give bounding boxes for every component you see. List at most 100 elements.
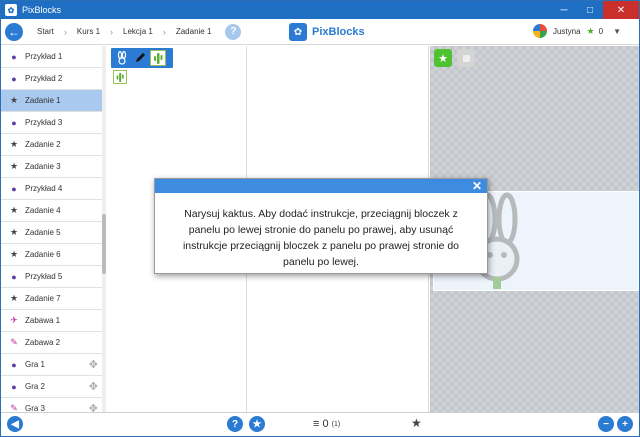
dialog-header: ✕	[155, 179, 487, 193]
app-window: ✿ PixBlocks ─ □ ✕ ← Start › Kurs 1 › Lek…	[0, 0, 640, 437]
window-title: PixBlocks	[22, 5, 62, 15]
help-circle-button[interactable]: ?	[227, 416, 243, 432]
breadcrumb-start[interactable]: Start	[37, 27, 54, 36]
sidebar-item[interactable]: ★ Zadanie 5	[1, 222, 104, 244]
move-icon[interactable]: ✥	[89, 358, 98, 371]
breadcrumb-task[interactable]: Zadanie 1	[176, 27, 212, 36]
user-points: 0	[598, 26, 604, 36]
cactus-icon	[150, 50, 166, 66]
sidebar-item[interactable]: ✎ Gra 3 ✥	[1, 398, 104, 412]
breadcrumb-course[interactable]: Kurs 1	[77, 27, 100, 36]
star-icon: ★	[9, 161, 19, 171]
chevron-right-icon: ›	[162, 26, 166, 37]
sidebar-item-label: Gra 2	[25, 382, 46, 391]
star-icon: ★	[438, 52, 448, 65]
sidebar-item[interactable]: ✈ Zabawa 1	[1, 310, 104, 332]
lightbulb-icon: ●	[11, 51, 17, 62]
sidebar-item[interactable]: ● Gra 2 ✥	[1, 376, 104, 398]
zoom-out-button[interactable]: −	[598, 416, 614, 432]
pencil-icon	[132, 50, 148, 66]
lightbulb-icon: ●	[11, 117, 17, 128]
sidebar-item[interactable]: ● Przykład 2	[1, 68, 104, 90]
sidebar-item[interactable]: ★ Zadanie 1	[1, 90, 104, 112]
cactus-icon	[116, 72, 124, 82]
top-navbar: ← Start › Kurs 1 › Lekcja 1 › Zadanie 1 …	[1, 19, 639, 45]
star-icon: ★	[9, 95, 19, 105]
zoom-in-button[interactable]: +	[617, 416, 633, 432]
sidebar-item[interactable]: ★ Zadanie 4	[1, 200, 104, 222]
sidebar-item-label: Zadanie 3	[25, 162, 61, 171]
minimize-button[interactable]: ─	[551, 1, 577, 19]
star-icon: ★	[9, 139, 19, 149]
breadcrumb: Start › Kurs 1 › Lekcja 1 › Zadanie 1	[37, 27, 211, 37]
sidebar-item-label: Zabawa 1	[25, 316, 61, 325]
maximize-button[interactable]: □	[577, 1, 603, 19]
pencil-icon: ✎	[10, 337, 18, 347]
user-menu[interactable]: Justyna ★ 0 ▼	[532, 24, 621, 38]
sidebar-item[interactable]: ★ Zadanie 7	[1, 288, 104, 310]
bunny-icon	[114, 50, 130, 66]
counter-value: 0	[322, 418, 329, 430]
sidebar-item-label: Przykład 4	[25, 184, 63, 193]
bottom-toolbar: ◀ ? ★ ≡ 0 (1) ★ − +	[1, 412, 639, 436]
list-icon: ≡	[313, 418, 323, 430]
chevron-right-icon: ›	[63, 26, 67, 37]
sidebar-item-label: Zadanie 7	[25, 294, 61, 303]
sidebar-item[interactable]: ● Przykład 3	[1, 112, 104, 134]
sidebar-item[interactable]: ★ Zadanie 2	[1, 134, 104, 156]
star-icon: ★	[9, 227, 19, 237]
sidebar-item-label: Zadanie 6	[25, 250, 61, 259]
star-icon[interactable]: ★	[411, 416, 422, 430]
chevron-down-icon[interactable]: ▼	[613, 27, 621, 36]
sidebar-item[interactable]: ★ Zadanie 6	[1, 244, 104, 266]
sidebar-item-label: Zadanie 4	[25, 206, 61, 215]
lightbulb-icon: ●	[11, 359, 17, 370]
block-instruction[interactable]	[111, 48, 173, 68]
move-icon[interactable]: ✥	[89, 380, 98, 393]
instruction-dialog: ✕ Narysuj kaktus. Aby dodać instrukcje, …	[154, 178, 488, 274]
move-icon[interactable]: ✥	[89, 402, 98, 412]
sidebar-item-label: Zadanie 2	[25, 140, 61, 149]
sidebar-scrollbar[interactable]	[102, 46, 106, 412]
counter-total: (1)	[331, 420, 341, 428]
sidebar-item[interactable]: ★ Zadanie 3	[1, 156, 104, 178]
help-button[interactable]: ?	[225, 23, 242, 40]
sidebar-item-label: Gra 3	[25, 404, 46, 412]
app-bunny-icon: ✿	[5, 4, 17, 16]
back-button[interactable]: ←	[5, 22, 23, 41]
sidebar-item[interactable]: ● Przykład 5	[1, 266, 104, 288]
sidebar-item[interactable]: ● Gra 1 ✥	[1, 354, 104, 376]
sidebar-item[interactable]: ● Przykład 4	[1, 178, 104, 200]
pencil-icon: ✎	[10, 403, 18, 412]
bunny-logo-icon: ✿	[289, 23, 307, 41]
sidebar-item-label: Przykład 1	[25, 52, 63, 61]
star-icon: ★	[9, 205, 19, 215]
lesson-sidebar: ● Przykład 1 ● Przykład 2 ★ Zadanie 1 ● Przykła…	[1, 46, 105, 412]
lightbulb-icon: ●	[11, 183, 17, 194]
sidebar-item-label: Zadanie 1	[25, 96, 61, 105]
lightbulb-icon: ●	[11, 381, 17, 392]
dialog-text: Narysuj kaktus. Aby dodać instrukcje, pr…	[182, 208, 460, 268]
sidebar-item[interactable]: ✎ Zabawa 2	[1, 332, 104, 354]
stop-icon	[462, 54, 470, 62]
prev-button[interactable]: ◀	[7, 416, 23, 432]
breadcrumb-lesson[interactable]: Lekcja 1	[123, 27, 153, 36]
stop-button[interactable]	[457, 49, 475, 67]
close-icon[interactable]: ✕	[472, 179, 482, 193]
avatar	[532, 24, 547, 38]
sidebar-item-label: Gra 1	[25, 360, 46, 369]
brand-logo: ✿ PixBlocks	[289, 23, 365, 41]
window-controls: ─ □ ✕	[551, 1, 639, 19]
close-window-button[interactable]: ✕	[603, 1, 639, 19]
chevron-right-icon: ›	[110, 26, 114, 37]
run-button[interactable]: ★	[434, 49, 452, 67]
lightbulb-icon: ●	[11, 271, 17, 282]
cactus-block[interactable]	[113, 70, 127, 84]
sidebar-item[interactable]: ● Przykład 1	[1, 46, 104, 68]
sidebar-item-label: Zadanie 5	[25, 228, 61, 237]
sidebar-item-label: Przykład 5	[25, 272, 63, 281]
sidebar-item-label: Przykład 2	[25, 74, 63, 83]
star-circle-button[interactable]: ★	[249, 416, 265, 432]
scrollbar-thumb[interactable]	[102, 214, 106, 274]
instruction-counter: ≡ 0 (1)	[313, 418, 340, 430]
